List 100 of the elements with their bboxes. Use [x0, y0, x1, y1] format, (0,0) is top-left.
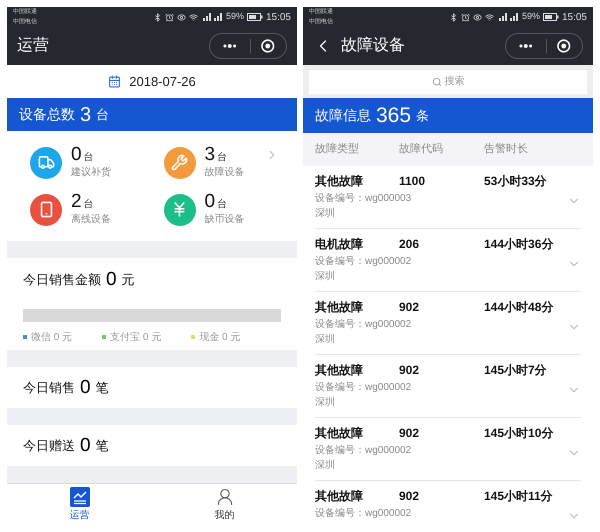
stat-unit: 台	[217, 150, 228, 165]
eye-icon	[176, 12, 186, 22]
stat-value: 0	[71, 145, 82, 164]
alarm-duration: 53小时33分	[484, 173, 548, 190]
column-heading: 故障代码	[399, 142, 444, 158]
battery-icon	[542, 13, 559, 21]
counter-unit: 笔	[96, 436, 109, 455]
close-icon[interactable]	[557, 39, 571, 53]
alarm-duration: 144小时36分	[484, 236, 554, 253]
fault-row[interactable]: 其他故障 902 145小时10分 设备编号：wg000002 深圳	[315, 418, 581, 481]
stat-item[interactable]: 2 台 离线设备	[30, 186, 164, 233]
fault-type: 其他故障	[315, 173, 364, 190]
summary-value: 3	[80, 104, 92, 124]
device-number: 设备编号：wg000002	[315, 380, 412, 395]
capsule-menu[interactable]	[505, 33, 583, 59]
fault-type: 其他故障	[315, 299, 364, 316]
stat-value: 3	[204, 145, 216, 164]
search-icon	[432, 76, 442, 86]
fault-code: 206	[399, 236, 420, 253]
chart-icon	[70, 486, 90, 506]
alarm-duration: 145小时10分	[484, 425, 554, 442]
stat-value: 2	[71, 192, 82, 211]
eye-icon	[472, 12, 482, 22]
calendar-icon	[108, 75, 122, 88]
device-location: 深圳	[315, 459, 336, 473]
counter-label: 今日赠送	[23, 436, 75, 455]
device-location: 深圳	[315, 396, 336, 410]
alarm-duration: 144小时48分	[484, 299, 554, 316]
page-title: 运营	[17, 36, 49, 56]
device-location: 深圳	[315, 207, 336, 221]
fault-row[interactable]: 其他故障 902 145小时11分 设备编号：wg000002	[315, 481, 581, 525]
counter-value: 0	[80, 436, 91, 455]
fault-row[interactable]: 其他故障 1100 53小时33分 设备编号：wg000003 深圳	[315, 166, 581, 229]
stat-label: 离线设备	[71, 212, 111, 227]
sales-value: 0	[106, 270, 117, 290]
wifi-icon	[188, 12, 198, 22]
summary-unit: 台	[96, 106, 110, 124]
counter-value: 0	[80, 378, 91, 397]
device-location: 深圳	[315, 333, 336, 347]
counter-label: 今日销售	[23, 378, 75, 397]
fault-type: 其他故障	[315, 488, 364, 505]
fault-code: 902	[399, 488, 420, 505]
stat-item[interactable]: 0 台 缺币设备	[164, 186, 297, 233]
device-number: 设备编号：wg000002	[315, 318, 412, 332]
fault-row[interactable]: 其他故障 902 145小时7分 设备编号：wg000002 深圳	[315, 355, 581, 418]
alarm-duration: 145小时11分	[484, 488, 554, 505]
column-heading: 告警时长	[484, 142, 529, 158]
fault-row[interactable]: 其他故障 902 144小时48分 设备编号：wg000002 深圳	[315, 292, 581, 355]
signal-icon	[200, 13, 223, 21]
battery-icon	[246, 13, 263, 21]
device-number: 设备编号：wg000002	[315, 444, 412, 458]
more-icon[interactable]	[519, 44, 533, 48]
stat-label: 故障设备	[204, 166, 244, 180]
bluetooth-icon	[152, 12, 162, 22]
tab[interactable]: 运营	[7, 484, 152, 525]
counter-unit: 笔	[96, 378, 109, 397]
device-location: 深圳	[315, 270, 336, 284]
fault-code: 902	[399, 299, 420, 316]
legend-label: 现金 0 元	[199, 330, 240, 344]
sales-unit: 元	[122, 271, 135, 289]
capsule-menu[interactable]	[209, 33, 287, 59]
fault-type: 其他故障	[315, 362, 364, 379]
legend-label: 支付宝 0 元	[110, 330, 162, 344]
battery-percent: 59%	[522, 10, 540, 24]
wifi-icon	[484, 12, 494, 22]
date-text[interactable]: 2018-07-26	[129, 72, 196, 92]
device-number: 设备编号：wg000002	[315, 506, 412, 521]
fault-type: 其他故障	[315, 425, 364, 442]
stat-unit: 台	[217, 198, 228, 212]
summary-label: 故障信息	[315, 106, 371, 125]
close-icon[interactable]	[261, 39, 275, 53]
stat-value: 0	[204, 192, 216, 211]
fault-code: 902	[399, 362, 420, 379]
stat-item[interactable]: 3 台 故障设备	[164, 139, 297, 186]
page-title: 故障设备	[341, 36, 405, 56]
stat-unit: 台	[84, 198, 94, 212]
clock-time: 15:05	[562, 10, 587, 24]
summary-label: 设备总数	[19, 105, 75, 124]
alarm-duration: 145小时7分	[484, 362, 548, 379]
stat-unit: 台	[84, 150, 94, 165]
fault-row[interactable]: 电机故障 206 144小时36分 设备编号：wg000002 深圳	[315, 229, 581, 292]
device-number: 设备编号：wg000002	[315, 254, 412, 269]
stat-label: 建议补货	[71, 166, 111, 180]
alarm-icon	[460, 12, 470, 22]
summary-unit: 条	[416, 106, 430, 125]
alarm-icon	[164, 12, 174, 22]
fault-type: 电机故障	[315, 236, 364, 253]
tab[interactable]: 我的	[152, 484, 297, 525]
summary-value: 365	[376, 105, 412, 126]
stat-label: 缺币设备	[204, 212, 244, 227]
sales-label: 今日销售金额	[23, 271, 101, 289]
battery-percent: 59%	[226, 10, 244, 24]
stat-item[interactable]: 0 台 建议补货	[30, 139, 164, 186]
fault-code: 902	[399, 425, 420, 442]
column-heading: 故障类型	[315, 142, 360, 158]
legend-label: 微信 0 元	[31, 330, 72, 344]
more-icon[interactable]	[223, 44, 237, 48]
bluetooth-icon	[448, 12, 458, 22]
signal-icon	[496, 13, 519, 21]
fault-code: 1100	[399, 173, 426, 190]
